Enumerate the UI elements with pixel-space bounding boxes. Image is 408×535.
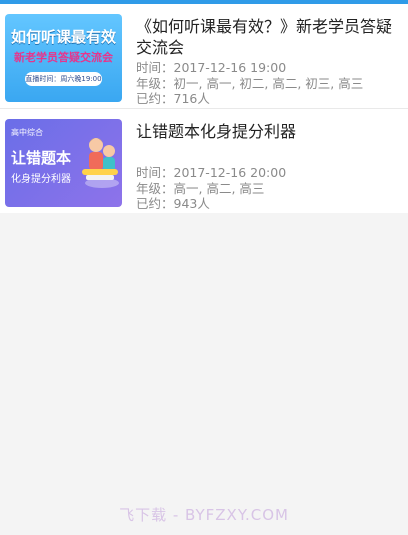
lecture-item[interactable]: 高中综合 让错题本 化身提分利器 让错题本化身提分利器 时间：2017-12-1… xyxy=(0,108,408,213)
lecture-grade: 年级：高一, 高二, 高三 xyxy=(136,180,265,196)
thumbnail-subtitle: 化身提分利器 xyxy=(11,174,71,185)
title-spacer xyxy=(136,144,404,165)
thumbnail-subtitle: 新老学员答疑交流会 xyxy=(14,51,113,64)
watermark: 飞下载 - BYFZXY.COM xyxy=(119,506,289,524)
thumbnail-tag: 高中综合 xyxy=(11,128,43,137)
thumbnail-title: 如何听课最有效 xyxy=(10,28,116,46)
lecture-item[interactable]: 如何听课最有效 新老学员答疑交流会 直播时间：周六晚19:00 《如何听课最有效… xyxy=(0,4,408,108)
lecture-thumbnail: 高中综合 让错题本 化身提分利器 xyxy=(5,119,122,207)
lecture-thumbnail: 如何听课最有效 新老学员答疑交流会 直播时间：周六晚19:00 xyxy=(5,14,122,102)
lecture-info: 让错题本化身提分利器 时间：2017-12-16 20:00 年级：高一, 高二… xyxy=(136,121,404,212)
lecture-booked-count: 已约：716人 xyxy=(136,91,210,106)
lecture-title: 让错题本化身提分利器 xyxy=(136,122,297,141)
students-illustration-icon xyxy=(82,138,119,188)
lecture-title: 《如何听课最有效？》新老学员答疑交流会 xyxy=(136,17,393,57)
lecture-list: 如何听课最有效 新老学员答疑交流会 直播时间：周六晚19:00 《如何听课最有效… xyxy=(0,4,408,213)
lecture-time: 时间：2017-12-16 20:00 xyxy=(136,165,287,180)
thumbnail-time: 直播时间：周六晚19:00 xyxy=(25,72,102,86)
lecture-booked-count: 已约：943人 xyxy=(136,196,210,211)
lecture-info: 《如何听课最有效？》新老学员答疑交流会 时间：2017-12-16 19:00 … xyxy=(136,16,404,107)
thumbnail-title: 让错题本 xyxy=(11,149,72,167)
lecture-time: 时间：2017-12-16 19:00 xyxy=(136,60,287,75)
lecture-grade: 年级：初一, 高一, 初二, 高二, 初三, 高三 xyxy=(136,75,364,91)
